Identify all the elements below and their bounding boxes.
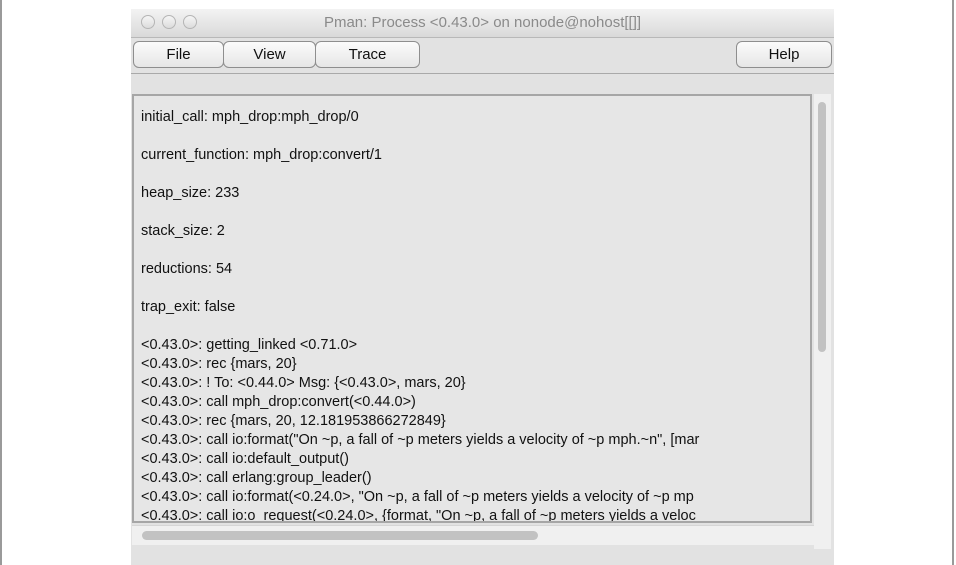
horizontal-scroll-thumb[interactable] — [142, 531, 538, 540]
menu-toolbar: File View Trace Help — [131, 38, 834, 74]
trace-line: <0.43.0>: call io:o_request(<0.24.0>, {f… — [141, 508, 696, 523]
page-frame-right — [952, 0, 954, 565]
vertical-scrollbar[interactable] — [814, 94, 831, 549]
process-info-text-area[interactable]: initial_call: mph_drop:mph_drop/0 curren… — [132, 94, 812, 523]
info-line-reductions: reductions: 54 — [141, 261, 233, 277]
scrollbar-corner — [814, 549, 831, 565]
trace-line: <0.43.0>: call io:default_output() — [141, 451, 349, 467]
window-title: Pman: Process <0.43.0> on nonode@nohost[… — [323, 14, 642, 31]
info-line-stack-size: stack_size: 2 — [141, 223, 225, 239]
pman-window: Pman: Process <0.43.0> on nonode@nohost[… — [131, 9, 834, 565]
trace-line: <0.43.0>: call io:format("On ~p, a fall … — [141, 432, 700, 448]
trace-line: <0.43.0>: getting_linked <0.71.0> — [141, 337, 358, 353]
info-line-initial-call: initial_call: mph_drop:mph_drop/0 — [141, 109, 359, 125]
trace-line: <0.43.0>: call io:format(<0.24.0>, "On ~… — [141, 489, 694, 505]
trace-menu-button[interactable]: Trace — [315, 41, 420, 68]
vertical-scroll-thumb[interactable] — [818, 102, 826, 352]
info-line-current-function: current_function: mph_drop:convert/1 — [141, 147, 382, 163]
toolbar-divider — [131, 73, 834, 74]
trace-line: <0.43.0>: ! To: <0.44.0> Msg: {<0.43.0>,… — [141, 375, 466, 391]
title-bar[interactable]: Pman: Process <0.43.0> on nonode@nohost[… — [131, 9, 834, 38]
view-menu-button[interactable]: View — [223, 41, 316, 68]
info-line-trap-exit: trap_exit: false — [141, 299, 236, 315]
help-menu-button[interactable]: Help — [736, 41, 832, 68]
page-frame-left — [0, 0, 2, 565]
trace-line: <0.43.0>: call erlang:group_leader() — [141, 470, 372, 486]
file-menu-button[interactable]: File — [133, 41, 224, 68]
horizontal-scrollbar[interactable] — [132, 525, 814, 545]
info-line-heap-size: heap_size: 233 — [141, 185, 240, 201]
trace-line: <0.43.0>: rec {mars, 20, 12.181953866272… — [141, 413, 446, 429]
trace-line: <0.43.0>: rec {mars, 20} — [141, 356, 297, 372]
trace-line: <0.43.0>: call mph_drop:convert(<0.44.0>… — [141, 394, 416, 410]
